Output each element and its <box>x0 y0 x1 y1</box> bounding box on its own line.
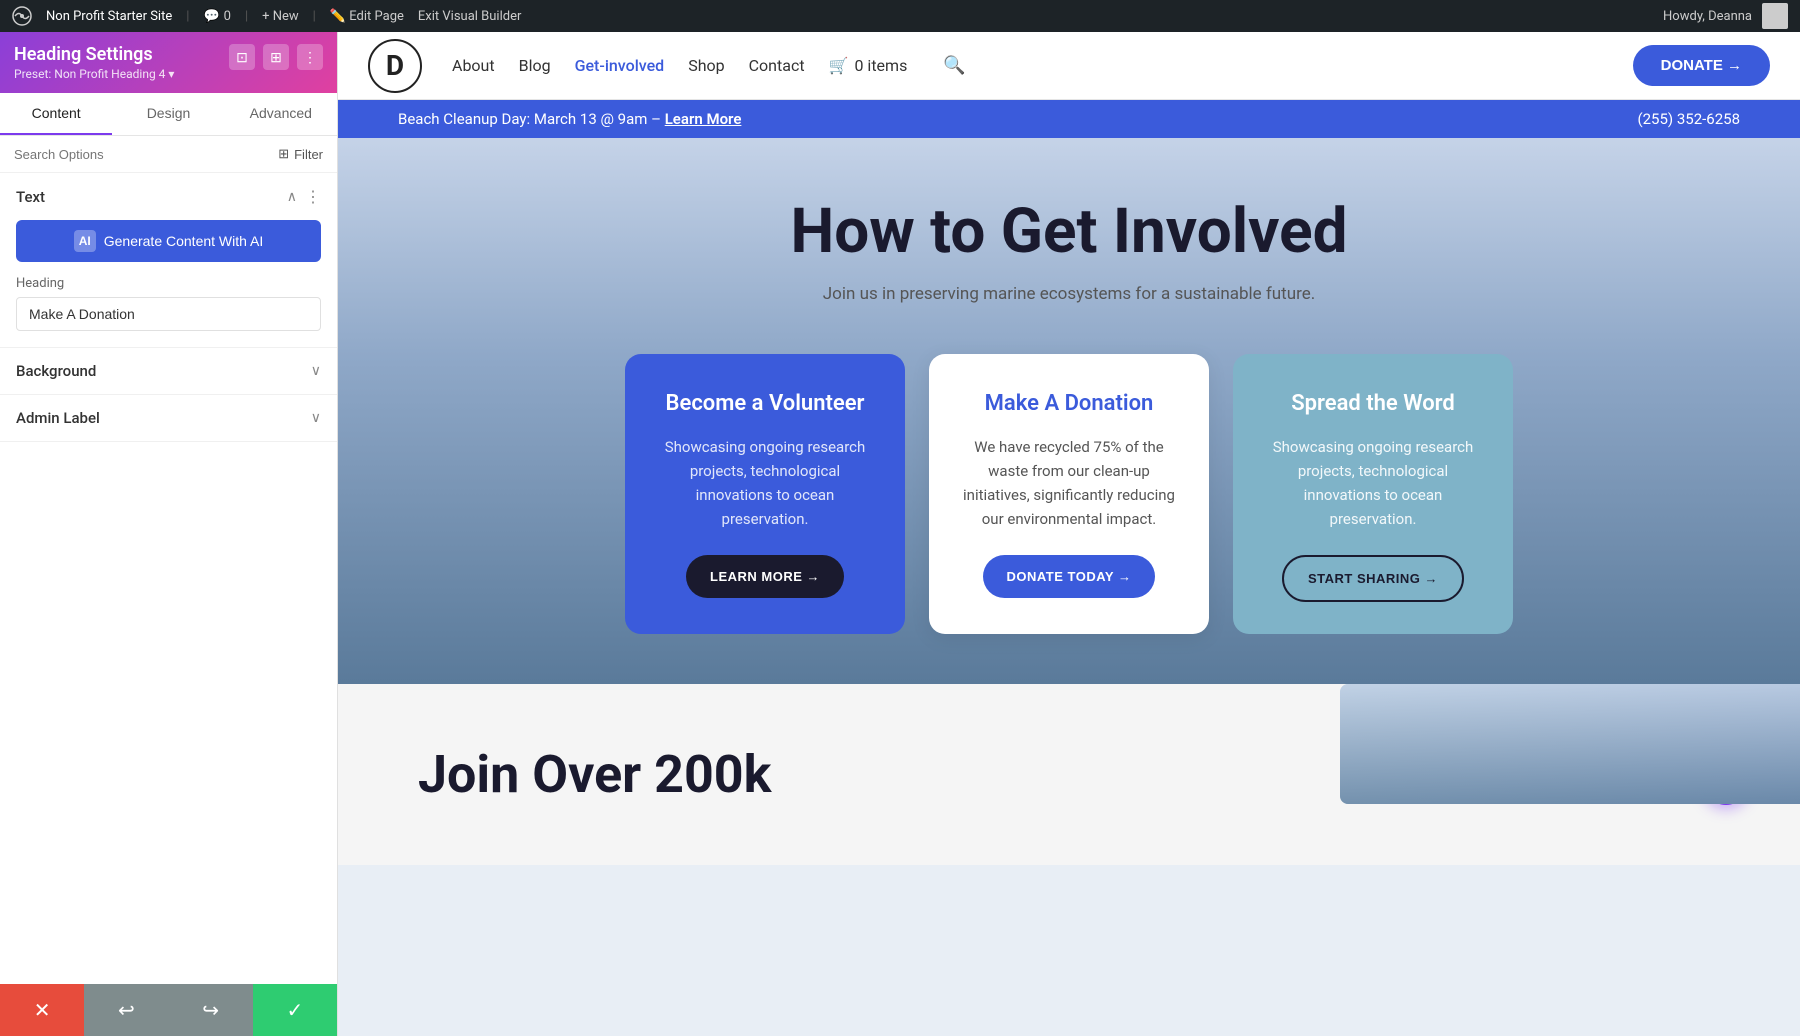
nav-about[interactable]: About <box>452 56 495 75</box>
site-navigation: D About Blog Get-involved Shop Contact 🛒… <box>338 32 1800 100</box>
ai-generate-button[interactable]: AI Generate Content With AI <box>16 220 321 262</box>
admin-bar-left: Non Profit Starter Site | 💬 0 | + New | … <box>12 6 1651 26</box>
cart-count: 0 items <box>854 56 907 75</box>
nav-get-involved[interactable]: Get-involved <box>575 56 665 75</box>
search-input[interactable] <box>14 147 194 162</box>
heading-input[interactable] <box>16 297 321 331</box>
save-icon: ✓ <box>286 998 303 1023</box>
header-actions: ⊡ ⊞ ⋮ <box>229 44 323 70</box>
announcement-bar: Beach Cleanup Day: March 13 @ 9am – Lear… <box>338 100 1800 138</box>
admin-bar-right: Howdy, Deanna <box>1663 3 1788 29</box>
donate-nav-button[interactable]: DONATE → <box>1633 45 1770 86</box>
ai-icon: AI <box>74 230 96 252</box>
text-section: Text ∧ ⋮ AI Generate Content With AI Hea… <box>0 173 337 348</box>
card-sharing: Spread the Word Showcasing ongoing resea… <box>1233 354 1513 634</box>
learn-more-button[interactable]: LEARN MORE → <box>686 555 844 598</box>
heading-field-label: Heading <box>16 276 321 291</box>
nav-contact[interactable]: Contact <box>749 56 805 75</box>
tab-design[interactable]: Design <box>112 93 224 135</box>
cards-container: Become a Volunteer Showcasing ongoing re… <box>378 354 1760 634</box>
exit-builder-link[interactable]: Exit Visual Builder <box>418 9 521 24</box>
redo-icon: ↪ <box>202 998 219 1023</box>
admin-label-section-header[interactable]: Admin Label ∨ <box>0 395 337 441</box>
undo-button[interactable]: ↩ <box>84 984 168 1036</box>
save-button[interactable]: ✓ <box>253 984 337 1036</box>
announcement-text: Beach Cleanup Day: March 13 @ 9am – Lear… <box>398 110 741 128</box>
wordpress-icon <box>12 6 32 26</box>
nav-shop[interactable]: Shop <box>688 56 724 75</box>
filter-label: Filter <box>294 147 323 162</box>
card-donation-title: Make A Donation <box>961 390 1177 419</box>
background-chevron-down: ∨ <box>311 363 321 379</box>
more-options-button[interactable]: ⋮ <box>297 44 323 70</box>
card-donation-text: We have recycled 75% of the waste from o… <box>961 435 1177 531</box>
fullscreen-button[interactable]: ⊡ <box>229 44 255 70</box>
edit-page-link[interactable]: ✏️ Edit Page <box>330 9 404 24</box>
hero-section: How to Get Involved Join us in preservin… <box>338 138 1800 684</box>
undo-icon: ↩ <box>118 998 135 1023</box>
card-volunteer-text: Showcasing ongoing research projects, te… <box>657 435 873 531</box>
tab-advanced[interactable]: Advanced <box>225 93 337 135</box>
admin-label-section-title: Admin Label <box>16 409 100 427</box>
layout-button[interactable]: ⊞ <box>263 44 289 70</box>
background-section-header[interactable]: Background ∨ <box>0 348 337 394</box>
nav-links: About Blog Get-involved Shop Contact 🛒 0… <box>452 55 1603 76</box>
page-content: How to Get Involved Join us in preservin… <box>338 138 1800 1036</box>
admin-bar: Non Profit Starter Site | 💬 0 | + New | … <box>0 0 1800 32</box>
donate-today-button[interactable]: DONATE TODAY → <box>983 555 1156 598</box>
below-hero-section: Join Over 200k ··· <box>338 684 1800 865</box>
new-link[interactable]: + New <box>262 9 299 24</box>
hero-title: How to Get Involved <box>378 198 1760 266</box>
admin-label-chevron-down: ∨ <box>311 410 321 426</box>
sidebar-tabs: Content Design Advanced <box>0 93 337 136</box>
announcement-link[interactable]: Learn More <box>665 110 742 128</box>
card-volunteer: Become a Volunteer Showcasing ongoing re… <box>625 354 905 634</box>
cart-indicator[interactable]: 🛒 0 items <box>829 56 908 75</box>
text-section-more: ⋮ <box>305 187 321 206</box>
card-donation: Make A Donation We have recycled 75% of … <box>929 354 1209 634</box>
text-section-title: Text <box>16 188 45 206</box>
settings-title: Heading Settings <box>14 44 174 65</box>
card-sharing-text: Showcasing ongoing research projects, te… <box>1265 435 1481 531</box>
site-logo: D <box>368 39 422 93</box>
ai-button-label: Generate Content With AI <box>104 233 264 249</box>
search-icon[interactable]: 🔍 <box>943 55 965 76</box>
filter-button[interactable]: ⊞ Filter <box>278 146 323 162</box>
start-sharing-button[interactable]: START SHARING → <box>1282 555 1464 602</box>
text-section-content: AI Generate Content With AI Heading <box>0 220 337 347</box>
settings-preset: Preset: Non Profit Heading 4 ▾ <box>14 67 174 81</box>
admin-label-section: Admin Label ∨ <box>0 395 337 442</box>
text-section-header[interactable]: Text ∧ ⋮ <box>0 173 337 220</box>
heading-settings-header: Heading Settings Preset: Non Profit Head… <box>0 32 337 93</box>
text-section-chevron-up: ∧ <box>287 189 297 205</box>
card-volunteer-title: Become a Volunteer <box>657 390 873 419</box>
howdy-text: Howdy, Deanna <box>1663 9 1752 24</box>
sidebar-bottom: ✕ ↩ ↪ ✓ <box>0 984 337 1036</box>
close-icon: ✕ <box>34 998 51 1023</box>
main-layout: Heading Settings Preset: Non Profit Head… <box>0 32 1800 1036</box>
sidebar-content: Text ∧ ⋮ AI Generate Content With AI Hea… <box>0 173 337 984</box>
comments-link[interactable]: 💬 0 <box>203 9 231 24</box>
nav-blog[interactable]: Blog <box>519 56 551 75</box>
hero-subtitle: Join us in preserving marine ecosystems … <box>378 284 1760 304</box>
filter-icon: ⊞ <box>278 146 289 162</box>
site-name: Non Profit Starter Site <box>46 9 172 24</box>
main-content: D About Blog Get-involved Shop Contact 🛒… <box>338 32 1800 1036</box>
background-section: Background ∨ <box>0 348 337 395</box>
background-section-title: Background <box>16 362 96 380</box>
card-sharing-title: Spread the Word <box>1265 390 1481 419</box>
sidebar: Heading Settings Preset: Non Profit Head… <box>0 32 338 1036</box>
tab-content[interactable]: Content <box>0 93 112 135</box>
sidebar-search: ⊞ Filter <box>0 136 337 173</box>
thumbnail-preview <box>1340 684 1800 804</box>
redo-button[interactable]: ↪ <box>169 984 253 1036</box>
close-button[interactable]: ✕ <box>0 984 84 1036</box>
phone-number: (255) 352-6258 <box>1637 110 1740 128</box>
user-avatar <box>1762 3 1788 29</box>
